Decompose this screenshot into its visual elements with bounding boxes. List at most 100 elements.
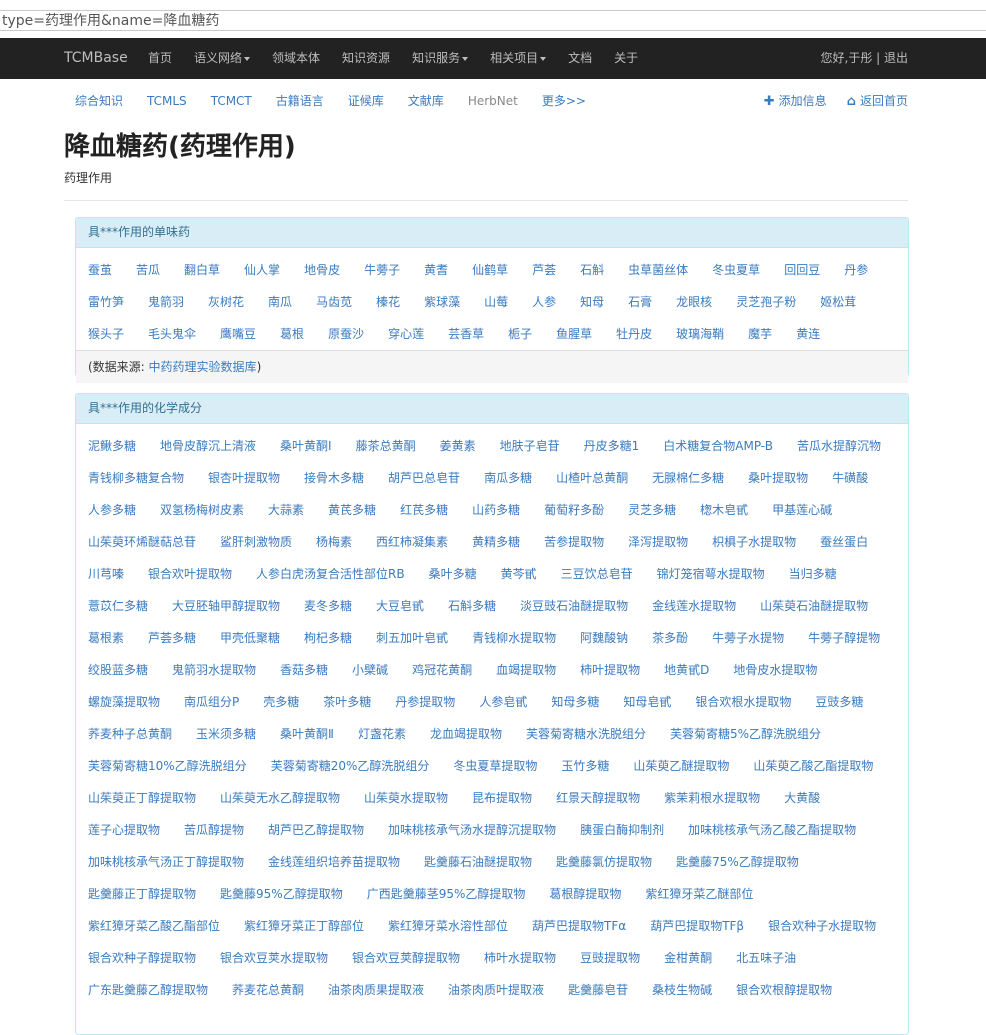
compound-link[interactable]: 山茱萸水提取物 [364,782,448,814]
compound-link[interactable]: 匙羹藤皂苷 [568,974,628,1006]
herb-link[interactable]: 山莓 [484,286,508,318]
herb-link[interactable]: 仙人掌 [244,254,280,286]
herb-link[interactable]: 黄耆 [424,254,448,286]
compound-link[interactable]: 葛根素 [88,622,124,654]
compound-link[interactable]: 阿魏酸钠 [580,622,628,654]
compound-link[interactable]: 红景天醇提取物 [556,782,640,814]
compound-link[interactable]: 绞股蓝多糖 [88,654,148,686]
subnav-item[interactable]: 文献库 [408,88,444,114]
compound-link[interactable]: 山茱萸正丁醇提取物 [88,782,196,814]
compound-link[interactable]: 紫红獐牙菜水溶性部位 [388,910,508,942]
compound-link[interactable]: 荞麦种子总黄酮 [88,718,172,750]
compound-link[interactable]: 黄芪多糖 [328,494,376,526]
herb-link[interactable]: 榛花 [376,286,400,318]
nav-item[interactable]: 语义网络 [194,38,251,79]
compound-link[interactable]: 丹参提取物 [395,686,455,718]
nav-item[interactable]: 知识服务 [412,38,469,79]
compound-link[interactable]: 牛蒡子醇提物 [808,622,880,654]
herb-link[interactable]: 鱼腥草 [556,318,592,350]
compound-link[interactable]: 大豆皂甙 [376,590,424,622]
compound-link[interactable]: 胡芦巴乙醇提取物 [268,814,364,846]
compound-link[interactable]: 血竭提取物 [496,654,556,686]
herb-link[interactable]: 灰树花 [208,286,244,318]
compound-link[interactable]: 牛磺酸 [832,462,868,494]
herb-link[interactable]: 苦瓜 [136,254,160,286]
compound-link[interactable]: 香菇多糖 [280,654,328,686]
compound-link[interactable]: 玉竹多糖 [561,750,609,782]
subnav-item[interactable]: HerbNet [468,88,518,114]
compound-link[interactable]: 茶叶多糖 [323,686,371,718]
herb-link[interactable]: 毛头鬼伞 [148,318,196,350]
compound-link[interactable]: 茶多酚 [652,622,688,654]
compound-link[interactable]: 青钱柳水提取物 [472,622,556,654]
compound-link[interactable]: 紫茉莉根水提取物 [664,782,760,814]
compound-link[interactable]: 龙血竭提取物 [430,718,502,750]
herb-link[interactable]: 人参 [532,286,556,318]
compound-link[interactable]: 桑叶黄酮Ⅱ [280,718,334,750]
compound-link[interactable]: 匙羹藤75%乙醇提取物 [676,846,799,878]
herb-link[interactable]: 知母 [580,286,604,318]
source-link[interactable]: 中药药理实验数据库 [149,360,257,374]
compound-link[interactable]: 南瓜组分P [184,686,239,718]
compound-link[interactable]: 广东匙羹藤乙醇提取物 [88,974,208,1006]
subnav-item[interactable]: 更多>> [542,88,586,114]
nav-item[interactable]: 知识资源 [342,38,390,79]
compound-link[interactable]: 银合欢根醇提取物 [736,974,832,1006]
herb-link[interactable]: 牛蒡子 [364,254,400,286]
compound-link[interactable]: 桑枝生物碱 [652,974,712,1006]
compound-link[interactable]: 银合欢叶提取物 [148,558,232,590]
compound-link[interactable]: 豆豉提取物 [580,942,640,974]
compound-link[interactable]: 淡豆豉石油醚提取物 [520,590,628,622]
herb-link[interactable]: 玻璃海鞘 [676,318,724,350]
compound-link[interactable]: 三豆饮总皂苷 [561,558,633,590]
herb-link[interactable]: 原蚕沙 [328,318,364,350]
compound-link[interactable]: 紫红獐牙菜正丁醇部位 [244,910,364,942]
compound-link[interactable]: 油茶肉质果提取液 [328,974,424,1006]
compound-link[interactable]: 红芪多糖 [400,494,448,526]
compound-link[interactable]: 枸杞多糖 [304,622,352,654]
compound-link[interactable]: 柿叶水提取物 [484,942,556,974]
compound-link[interactable]: 芙蓉菊寄糖20%乙醇洗脱组分 [271,750,430,782]
url-text[interactable]: type=药理作用&name=降血糖药 [0,10,986,31]
compound-link[interactable]: 无腺棉仁多糖 [652,462,724,494]
compound-link[interactable]: 紫红獐牙菜乙酸乙酯部位 [88,910,220,942]
compound-link[interactable]: 匙羹藤氯仿提取物 [556,846,652,878]
compound-link[interactable]: 地黄甙D [664,654,709,686]
brand-logo[interactable]: TCMBase [64,38,128,79]
herb-link[interactable]: 南瓜 [268,286,292,318]
compound-link[interactable]: 紫红獐牙菜乙醚部位 [645,878,753,910]
add-info-link[interactable]: ✚ 添加信息 [764,88,827,115]
nav-item[interactable]: 首页 [148,38,172,79]
compound-link[interactable]: 豆豉多糖 [815,686,863,718]
compound-link[interactable]: 加味桃核承气汤乙酸乙酯提取物 [688,814,856,846]
compound-link[interactable]: 银合欢豆荚醇提取物 [352,942,460,974]
compound-link[interactable]: 苦瓜醇提物 [184,814,244,846]
compound-link[interactable]: 大黄酸 [784,782,820,814]
compound-link[interactable]: 匙羹藤95%乙醇提取物 [220,878,343,910]
herb-link[interactable]: 回回豆 [784,254,820,286]
herb-link[interactable]: 石斛 [580,254,604,286]
compound-link[interactable]: 山茱萸无水乙醇提取物 [220,782,340,814]
compound-link[interactable]: 匙羹藤石油醚提取物 [424,846,532,878]
compound-link[interactable]: 当归多糖 [789,558,837,590]
compound-link[interactable]: 加味桃核承气汤水提醇沉提取物 [388,814,556,846]
compound-link[interactable]: 人参白虎汤复合活性部位RB [256,558,405,590]
herb-link[interactable]: 龙眼核 [676,286,712,318]
compound-link[interactable]: 山茱萸乙酸乙酯提取物 [753,750,873,782]
compound-link[interactable]: 西红柿凝集素 [376,526,448,558]
compound-link[interactable]: 山楂叶总黄酮 [556,462,628,494]
compound-link[interactable]: 芦荟多糖 [148,622,196,654]
compound-link[interactable]: 银合欢豆荚水提取物 [220,942,328,974]
compound-link[interactable]: 冬虫夏草提取物 [453,750,537,782]
compound-link[interactable]: 葛根醇提取物 [549,878,621,910]
compound-link[interactable]: 鸡冠花黄酮 [412,654,472,686]
herb-link[interactable]: 仙鹤草 [472,254,508,286]
compound-link[interactable]: 桑叶黄酮Ⅰ [280,430,332,462]
compound-link[interactable]: 银合欢种子水提取物 [768,910,876,942]
compound-link[interactable]: 苦瓜水提醇沉物 [797,430,881,462]
herb-link[interactable]: 芸香草 [448,318,484,350]
compound-link[interactable]: 柿叶提取物 [580,654,640,686]
compound-link[interactable]: 青钱柳多糖复合物 [88,462,184,494]
compound-link[interactable]: 山茱萸乙醚提取物 [633,750,729,782]
compound-link[interactable]: 白术糖复合物AMP-B [663,430,773,462]
